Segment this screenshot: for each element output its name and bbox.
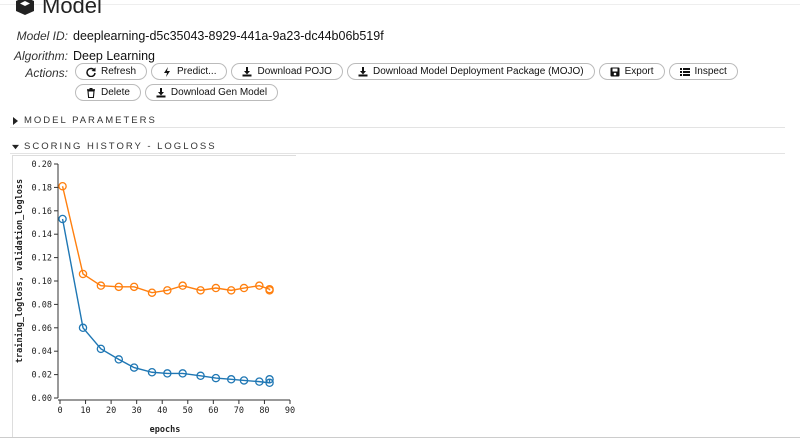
- y-tick-label: 0.04: [32, 347, 52, 357]
- action-buttons: Refresh Predict... Download POJO Downloa…: [75, 63, 775, 105]
- model-parameters-label: MODEL PARAMETERS: [24, 115, 157, 126]
- model-header: Model: [14, 0, 102, 18]
- download-mojo-label: Download Model Deployment Package (MOJO): [372, 66, 584, 77]
- download-gen-model-label: Download Gen Model: [170, 87, 268, 98]
- trash-icon: [87, 87, 95, 98]
- predict-button[interactable]: Predict...: [151, 63, 228, 80]
- download-pojo-button[interactable]: Download POJO: [231, 63, 343, 80]
- refresh-icon: [86, 67, 96, 77]
- bottom-divider: [0, 437, 800, 438]
- bolt-icon: [164, 66, 171, 77]
- refresh-button[interactable]: Refresh: [75, 63, 148, 80]
- cube-icon: [16, 0, 34, 15]
- save-icon: [610, 67, 620, 76]
- x-tick-label: 10: [80, 406, 90, 416]
- predict-button-label: Predict...: [177, 66, 217, 77]
- model-parameters-toggle[interactable]: MODEL PARAMETERS: [12, 115, 157, 126]
- algorithm-label: Algorithm:: [13, 49, 68, 63]
- x-tick-label: 60: [208, 406, 218, 416]
- section-divider: [10, 127, 785, 128]
- list-icon: [679, 67, 690, 76]
- x-tick-label: 70: [234, 406, 244, 416]
- download-gen-model-button[interactable]: Download Gen Model: [144, 84, 279, 101]
- refresh-button-label: Refresh: [101, 66, 137, 77]
- download-icon: [242, 66, 252, 76]
- export-button-label: Export: [624, 66, 654, 77]
- x-axis-label: epochs: [150, 425, 181, 435]
- y-tick-label: 0.14: [32, 230, 52, 240]
- y-tick-label: 0.16: [32, 207, 52, 217]
- model-id-row: Model ID: deeplearning-d5c35043-8929-441…: [10, 26, 384, 46]
- caret-right-icon: [13, 116, 18, 125]
- delete-button-label: Delete: [101, 87, 130, 98]
- x-tick-label: 90: [285, 406, 295, 416]
- download-icon: [156, 87, 166, 97]
- model-id-label: Model ID:: [16, 29, 68, 43]
- y-tick-label: 0.00: [32, 394, 52, 404]
- download-icon: [358, 66, 368, 76]
- y-tick-label: 0.06: [32, 324, 52, 334]
- top-divider: [0, 4, 800, 5]
- y-tick-label: 0.20: [32, 160, 52, 170]
- x-tick-label: 50: [183, 406, 193, 416]
- scoring-history-chart: 0.00 0.02 0.04 0.06 0.08 0.10 0.12 0.14 0.16 0.18…: [14, 160, 295, 435]
- x-tick-label: 0: [57, 406, 62, 416]
- download-pojo-label: Download POJO: [257, 66, 332, 77]
- export-button[interactable]: Export: [598, 63, 665, 80]
- page-title: Model: [42, 0, 102, 18]
- x-tick-label: 80: [259, 406, 269, 416]
- inspect-button-label: Inspect: [694, 66, 727, 77]
- download-mojo-button[interactable]: Download Model Deployment Package (MOJO): [346, 63, 595, 80]
- delete-button[interactable]: Delete: [75, 84, 141, 101]
- y-tick-label: 0.18: [32, 183, 52, 193]
- y-axis-label: training_logloss, validation_logloss: [14, 179, 25, 363]
- series-line-0: [61, 218, 271, 384]
- model-id-value: deeplearning-d5c35043-8929-441a-9a23-dc4…: [73, 29, 384, 43]
- x-tick-label: 40: [157, 406, 167, 416]
- actions-label: Actions:: [25, 66, 68, 80]
- inspect-button[interactable]: Inspect: [668, 63, 738, 80]
- y-tick-label: 0.10: [32, 277, 52, 287]
- y-tick-label: 0.12: [32, 254, 52, 264]
- model-info: Model ID: deeplearning-d5c35043-8929-441…: [10, 26, 384, 66]
- y-tick-label: 0.08: [32, 300, 52, 310]
- x-tick-label: 20: [106, 406, 116, 416]
- x-tick-label: 30: [132, 406, 142, 416]
- y-tick-label: 0.02: [32, 371, 52, 381]
- algorithm-value: Deep Learning: [73, 49, 156, 63]
- series-line-1: [61, 186, 271, 294]
